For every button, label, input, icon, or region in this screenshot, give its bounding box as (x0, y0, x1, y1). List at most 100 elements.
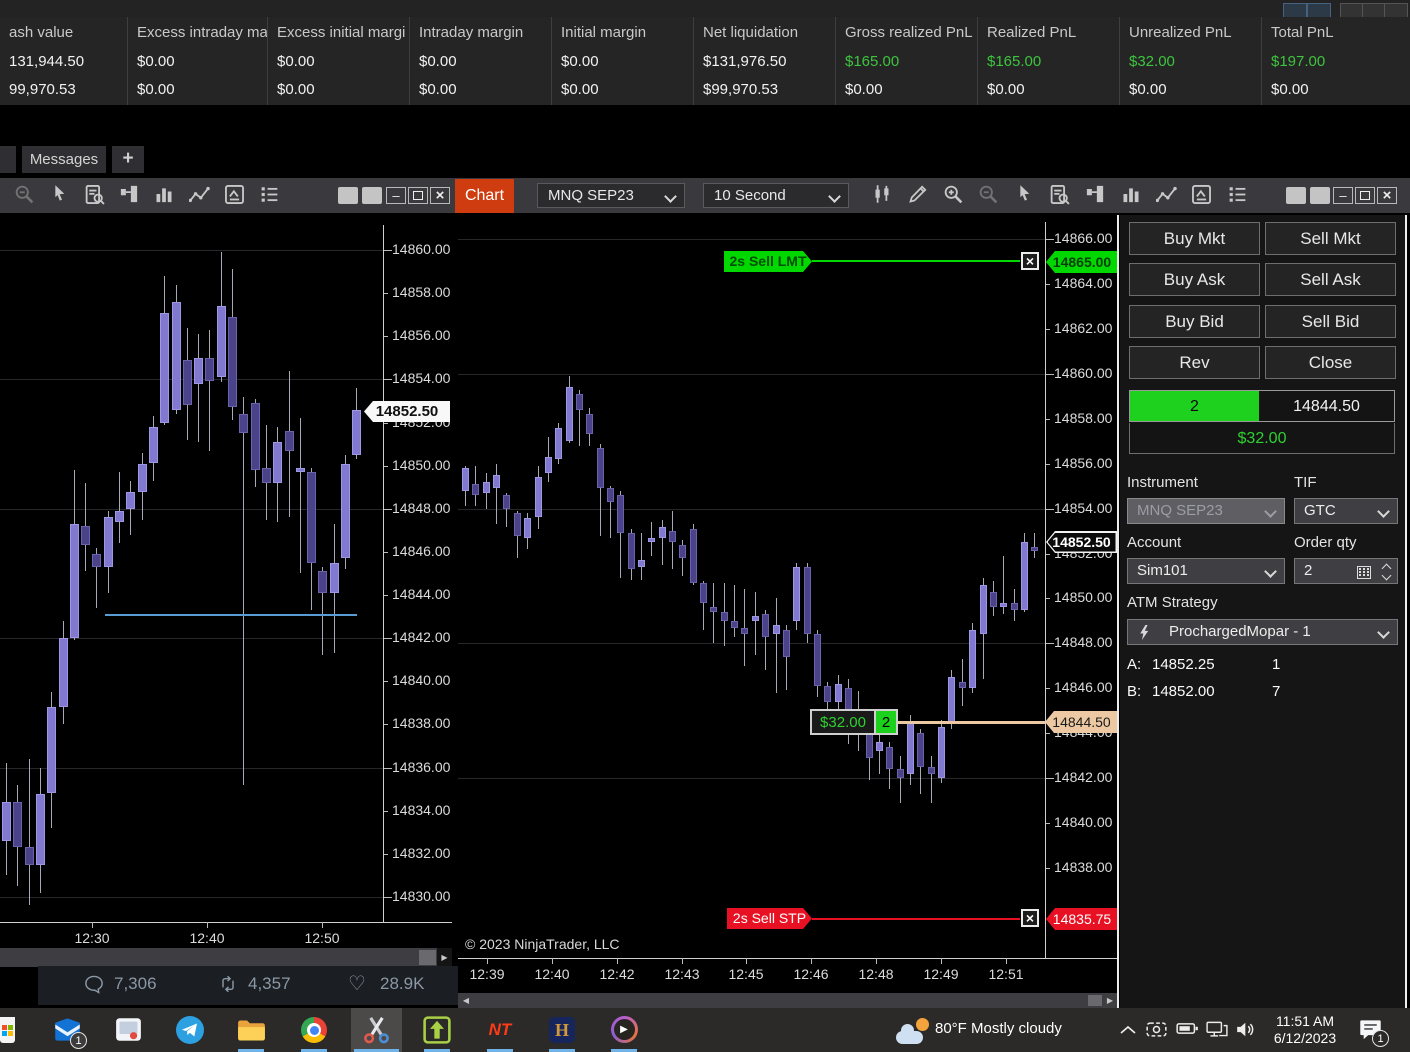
reply-icon[interactable] (84, 974, 104, 994)
price-label: 14864.00 (1054, 275, 1112, 291)
top-toolbar-button[interactable] (1307, 3, 1331, 18)
weather-icon[interactable] (896, 1018, 932, 1044)
calculator-icon[interactable] (1357, 566, 1371, 579)
cursor-icon[interactable] (1012, 184, 1036, 208)
indicator-icon[interactable] (1190, 184, 1214, 208)
lightning-icon (1138, 625, 1150, 640)
media-player-icon[interactable]: ▶ (599, 1008, 649, 1052)
table-cell: $0.00 (128, 76, 268, 104)
sell-bid-button[interactable]: Sell Bid (1265, 305, 1396, 338)
candles-icon[interactable] (870, 184, 894, 208)
retweet-icon[interactable] (218, 974, 238, 994)
sell-mkt-button[interactable]: Sell Mkt (1265, 222, 1396, 255)
chart-trader-icon[interactable] (1083, 184, 1107, 208)
left-chart-plot[interactable] (0, 225, 383, 922)
cancel-stop-order-button[interactable]: × (1021, 909, 1039, 927)
battery-icon[interactable] (1176, 1021, 1199, 1036)
scroll-right-icon[interactable]: ▶ (1104, 996, 1116, 1005)
minimize-icon[interactable]: – (1333, 187, 1353, 204)
account-dropdown[interactable]: Sim101 (1127, 558, 1285, 584)
line-chart-icon[interactable] (187, 184, 211, 208)
snipping-tool-icon[interactable] (351, 1008, 401, 1052)
instrument-dropdown[interactable]: MNQ SEP23 (1127, 498, 1285, 524)
interval-select[interactable]: 10 Second (703, 183, 849, 208)
store-icon[interactable] (0, 1017, 15, 1043)
top-toolbar-button[interactable] (1283, 3, 1307, 18)
close-icon[interactable]: × (430, 187, 450, 204)
zoom-out-icon[interactable] (12, 184, 36, 208)
main-price-axis[interactable]: 14865.00 14844.50 14835.75 14866.0014864… (1045, 222, 1118, 958)
list-icon[interactable] (1225, 184, 1249, 208)
zoom-out-icon[interactable] (977, 184, 1001, 208)
file-explorer-icon[interactable] (226, 1008, 276, 1052)
scroll-right-icon[interactable]: ▶ (437, 953, 452, 962)
chart-trader-icon[interactable] (117, 184, 141, 208)
network-icon[interactable] (1206, 1021, 1228, 1038)
sell-stop-order-tag[interactable]: 2s Sell STP (727, 908, 812, 929)
support-line[interactable] (105, 614, 357, 616)
hero-app-icon[interactable]: H (537, 1008, 587, 1052)
position-line[interactable] (898, 721, 1045, 724)
workspace-button[interactable] (1310, 187, 1330, 204)
top-maximize-button[interactable] (1362, 3, 1386, 18)
cancel-limit-order-button[interactable]: × (1021, 252, 1039, 270)
sell-limit-order-line[interactable] (812, 260, 1020, 262)
line-chart-icon[interactable] (1154, 184, 1178, 208)
rev-button[interactable]: Rev (1129, 346, 1260, 379)
pencil-icon[interactable] (906, 184, 930, 208)
close-button[interactable]: Close (1265, 346, 1396, 379)
buy-bid-button[interactable]: Buy Bid (1129, 305, 1260, 338)
top-close-button[interactable] (1384, 3, 1408, 18)
scroll-left-icon[interactable]: ◀ (460, 996, 472, 1005)
close-icon[interactable]: × (1377, 187, 1397, 204)
atm-strategy-dropdown[interactable]: ProchargedMopar - 1 (1127, 619, 1398, 645)
maximize-icon[interactable] (408, 187, 428, 204)
main-chart-plot[interactable]: 2s Sell LMT × 2s Sell STP × (458, 222, 1045, 958)
tab-messages[interactable]: Messages (22, 146, 106, 173)
tif-dropdown[interactable]: GTC (1294, 498, 1398, 524)
add-tab-button[interactable]: + (112, 146, 144, 173)
top-minimize-button[interactable] (1340, 3, 1364, 18)
chevron-up-icon[interactable] (1118, 1024, 1138, 1036)
sell-stop-order-line[interactable] (812, 918, 1020, 920)
scrollbar-handle[interactable] (419, 950, 436, 965)
candle (617, 495, 624, 533)
buy-ask-button[interactable]: Buy Ask (1129, 263, 1260, 296)
left-chart-scrollbar[interactable]: ▶ (0, 948, 452, 967)
minimize-icon[interactable]: – (386, 187, 406, 204)
screen-record-icon[interactable] (1146, 1021, 1167, 1038)
chrome-icon[interactable] (289, 1008, 339, 1052)
workspace-button[interactable] (338, 187, 358, 204)
weather-text[interactable]: 80°F Mostly cloudy (935, 1020, 1062, 1037)
bar-chart-icon[interactable] (152, 184, 176, 208)
workspace-button[interactable] (362, 187, 382, 204)
zoom-in-icon[interactable] (941, 184, 965, 208)
list-icon[interactable] (257, 184, 281, 208)
sell-ask-button[interactable]: Sell Ask (1265, 263, 1396, 296)
workspace-button[interactable] (1286, 187, 1306, 204)
main-chart-scrollbar[interactable]: ◀ ▶ (458, 993, 1118, 1008)
sell-limit-order-tag[interactable]: 2s Sell LMT (724, 251, 812, 272)
left-price-axis[interactable]: 14860.0014858.0014856.0014854.0014852.00… (383, 225, 450, 922)
taskbar-clock[interactable]: 11:51 AM 6/12/2023 (1262, 1013, 1348, 1047)
screen-sketch-icon[interactable] (103, 1008, 153, 1052)
scrollbar-handle[interactable] (1088, 995, 1102, 1006)
tab-stub[interactable] (0, 146, 16, 173)
bar-chart-icon[interactable] (1119, 184, 1143, 208)
buy-mkt-button[interactable]: Buy Mkt (1129, 222, 1260, 255)
indicator-icon[interactable] (222, 184, 246, 208)
ninjatrader-icon[interactable]: NT (475, 1008, 525, 1052)
sharex-icon[interactable] (412, 1008, 462, 1052)
volume-icon[interactable] (1236, 1021, 1257, 1038)
order-qty-input[interactable]: 2 (1294, 558, 1398, 584)
maximize-icon[interactable] (1355, 187, 1375, 204)
document-search-icon[interactable] (82, 184, 106, 208)
cursor-icon[interactable] (47, 184, 71, 208)
tab-chart[interactable]: Chart (455, 179, 514, 213)
mail-badge: 1 (70, 1032, 87, 1049)
quantity-stepper[interactable] (1381, 563, 1391, 581)
telegram-icon[interactable] (165, 1008, 215, 1052)
like-icon[interactable]: ♡ (348, 971, 366, 996)
instrument-select[interactable]: MNQ SEP23 (537, 183, 685, 208)
document-search-icon[interactable] (1048, 184, 1072, 208)
